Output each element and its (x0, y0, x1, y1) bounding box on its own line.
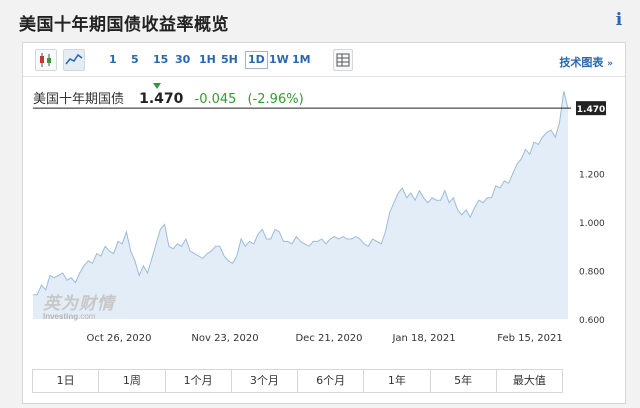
y-tick-label: 0.800 (579, 268, 605, 278)
watermark-en-name: Investing (43, 312, 79, 321)
watermark-en-suffix: .com (78, 312, 96, 321)
watermark-cn: 英为财情 (43, 294, 115, 314)
page-title: 美国十年期国债收益率概览 (19, 15, 229, 35)
range-5[interactable]: 1年 (364, 370, 431, 392)
range-selector: 1日 1周 1个月 3个月 6个月 1年 5年 最大值 (32, 369, 563, 393)
y-tick-label: 1.200 (579, 171, 605, 181)
range-2[interactable]: 1个月 (166, 370, 232, 392)
y-tick-label: 1.000 (579, 219, 605, 229)
x-tick-label: Nov 23, 2020 (191, 333, 258, 344)
watermark-logo: 英为财情 Investing.com (43, 289, 115, 321)
range-7[interactable]: 最大值 (497, 370, 562, 392)
range-1[interactable]: 1周 (99, 370, 166, 392)
range-0[interactable]: 1日 (33, 370, 100, 392)
range-4[interactable]: 6个月 (298, 370, 365, 392)
range-6[interactable]: 5年 (431, 370, 497, 392)
x-tick-label: Feb 15, 2021 (497, 333, 562, 344)
x-tick-label: Oct 26, 2020 (87, 333, 152, 344)
y-tick-label: 0.600 (579, 316, 605, 326)
chart-panel: 1 5 15 30 1H 5H 1D 1W 1M 技术图表 » 美国十年期国债 1.470 -0… (22, 42, 626, 404)
range-3[interactable]: 3个月 (232, 370, 298, 392)
page-header: 美国十年期国债收益率概览 i (0, 0, 640, 42)
current-value-label: 1.470 (577, 105, 605, 115)
x-tick-label: Dec 21, 2020 (295, 333, 362, 344)
series-area (33, 91, 568, 319)
info-icon[interactable]: i (612, 10, 626, 30)
x-tick-label: Jan 18, 2021 (391, 333, 455, 344)
